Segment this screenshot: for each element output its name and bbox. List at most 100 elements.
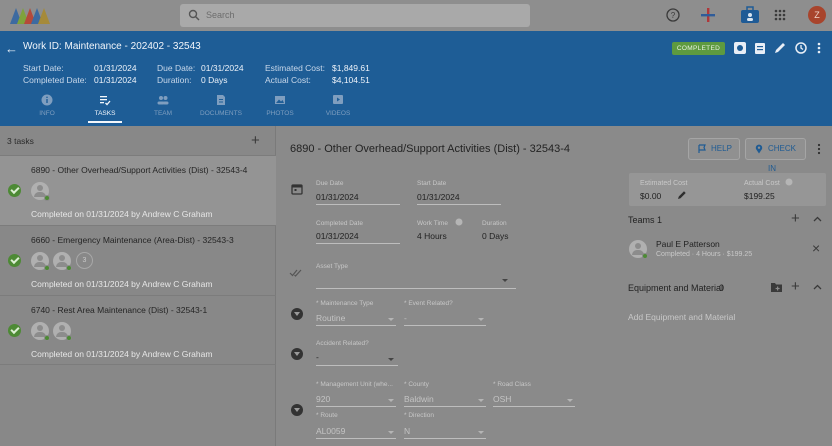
chevron-down-icon[interactable]	[478, 399, 484, 402]
search-bar[interactable]: Search	[180, 4, 530, 27]
add-task-plus-icon[interactable]: +	[251, 132, 260, 149]
maintenance-type-select[interactable]: Routine	[316, 313, 345, 323]
add-equipment-link[interactable]: Add Equipment and Material	[628, 312, 735, 322]
duration-value: 0 Days	[482, 231, 509, 241]
clipboard-icon[interactable]	[753, 41, 767, 55]
task-count: 3 tasks	[7, 136, 34, 146]
more-vertical-icon[interactable]	[815, 41, 823, 55]
route-label: * Route	[316, 412, 338, 419]
briefcase-user-icon[interactable]	[740, 5, 760, 25]
check-in-button[interactable]: CHECK IN	[745, 138, 806, 173]
task-detail-title: 6890 - Other Overhead/Support Activities…	[290, 143, 571, 155]
asset-type-label: Asset Type	[316, 263, 349, 270]
flag-icon	[698, 144, 706, 153]
back-arrow-icon[interactable]: ←	[5, 41, 18, 56]
tab-info[interactable]: INFO	[17, 94, 77, 117]
chevron-down-icon[interactable]	[478, 431, 484, 434]
calendar-icon	[291, 184, 303, 195]
county-select[interactable]: Baldwin	[404, 394, 434, 404]
edit-pencil-icon[interactable]	[677, 190, 687, 200]
chevron-down-icon[interactable]	[478, 318, 484, 321]
more-vertical-icon[interactable]	[816, 143, 822, 155]
due-date-label: Due Date:	[157, 63, 196, 73]
actual-cost-label: Actual Cost:	[265, 75, 311, 85]
accident-related-select[interactable]: -	[316, 352, 319, 362]
help-circle-icon[interactable]	[785, 178, 793, 186]
help-circle-icon[interactable]	[455, 218, 463, 226]
user-avatar[interactable]: Z	[808, 6, 826, 24]
completed-date-field[interactable]: 01/31/2024	[316, 231, 359, 241]
road-class-label: * Road Class	[493, 381, 531, 388]
assignee-avatar	[31, 322, 50, 341]
add-equipment-plus-icon[interactable]: +	[791, 278, 800, 295]
chevron-up-icon[interactable]	[813, 216, 822, 222]
management-unit-select[interactable]: 920	[316, 394, 330, 404]
task-completed-text: Completed on 01/31/2024 by Andrew C Grah…	[31, 209, 213, 219]
teams-heading: Teams	[628, 215, 655, 225]
member-name[interactable]: Paul E Patterson	[656, 239, 720, 249]
asset-type-dropdown-icon[interactable]	[502, 279, 508, 282]
tab-tasks[interactable]: TASKS	[75, 94, 135, 117]
chevron-down-icon[interactable]	[567, 399, 573, 402]
tab-videos-label: VIDEOS	[325, 110, 351, 117]
management-unit-label: * Management Unit (whe...	[316, 381, 393, 388]
estimated-cost-label: Estimated Cost	[640, 180, 688, 187]
remove-member-close-icon[interactable]: ×	[812, 240, 820, 256]
add-plus-icon[interactable]	[700, 7, 716, 23]
tab-photos[interactable]: PHOTOS	[250, 94, 310, 117]
tab-tasks-label: TASKS	[94, 110, 116, 117]
tab-documents-label: DOCUMENTS	[200, 110, 242, 117]
edit-pencil-icon[interactable]	[773, 41, 787, 55]
chevron-down-icon[interactable]	[388, 399, 394, 402]
asset-type-select[interactable]	[316, 288, 516, 289]
event-related-select[interactable]: -	[404, 313, 407, 323]
start-date-label: Start Date	[417, 180, 447, 187]
expand-section-icon[interactable]	[291, 404, 303, 416]
field-underline	[493, 406, 575, 407]
add-folder-icon[interactable]	[770, 282, 783, 293]
help-button[interactable]: HELP	[688, 138, 740, 160]
apps-grid-icon[interactable]	[772, 7, 788, 23]
add-team-plus-icon[interactable]: +	[791, 210, 800, 227]
chevron-down-icon[interactable]	[388, 431, 394, 434]
estimated-cost-value: $1,849.61	[332, 63, 370, 73]
road-class-select[interactable]: OSH	[493, 394, 511, 404]
equipment-heading: Equipment and Material	[628, 283, 724, 293]
history-icon[interactable]	[794, 41, 808, 55]
due-date-field[interactable]: 01/31/2024	[316, 192, 359, 202]
task-list-item[interactable]: 6890 - Other Overhead/Support Activities…	[0, 155, 276, 225]
location-pin-icon	[755, 144, 763, 154]
duration-label: Duration	[482, 220, 507, 227]
help-button-label: HELP	[711, 144, 732, 153]
task-title: 6660 - Emergency Maintenance (Area-Dist)…	[31, 235, 234, 245]
expand-section-icon[interactable]	[291, 308, 303, 320]
chevron-down-icon[interactable]	[388, 358, 394, 361]
help-circle-icon[interactable]: ?	[665, 7, 681, 23]
tasks-icon	[100, 96, 111, 106]
stop-icon[interactable]	[733, 41, 747, 55]
county-label: * County	[404, 381, 429, 388]
info-icon	[41, 94, 53, 106]
tab-documents[interactable]: DOCUMENTS	[191, 94, 251, 117]
route-select[interactable]: AL0059	[316, 426, 345, 436]
task-list-item[interactable]: 6740 - Rest Area Maintenance (Dist) - 32…	[0, 295, 276, 365]
chevron-up-icon[interactable]	[813, 284, 822, 290]
task-list-item[interactable]: 6660 - Emergency Maintenance (Area-Dist)…	[0, 225, 276, 295]
direction-select[interactable]: N	[404, 426, 410, 436]
work-time-value: 4 Hours	[417, 231, 447, 241]
tab-photos-label: PHOTOS	[266, 110, 294, 117]
completed-date-value: 01/31/2024	[94, 75, 137, 85]
expand-section-icon[interactable]	[291, 348, 303, 360]
member-avatar	[629, 240, 648, 259]
start-date-field[interactable]: 01/31/2024	[417, 192, 460, 202]
field-underline	[404, 438, 486, 439]
tab-team[interactable]: TEAM	[133, 94, 193, 117]
assignee-avatar	[53, 252, 72, 271]
chevron-down-icon[interactable]	[388, 318, 394, 321]
app-logo[interactable]	[8, 4, 52, 26]
completed-check-icon	[8, 254, 21, 267]
task-title: 6740 - Rest Area Maintenance (Dist) - 32…	[31, 305, 208, 315]
teams-count: 1	[657, 215, 663, 225]
event-related-label: * Event Related?	[404, 300, 453, 307]
tab-videos[interactable]: VIDEOS	[308, 94, 368, 117]
